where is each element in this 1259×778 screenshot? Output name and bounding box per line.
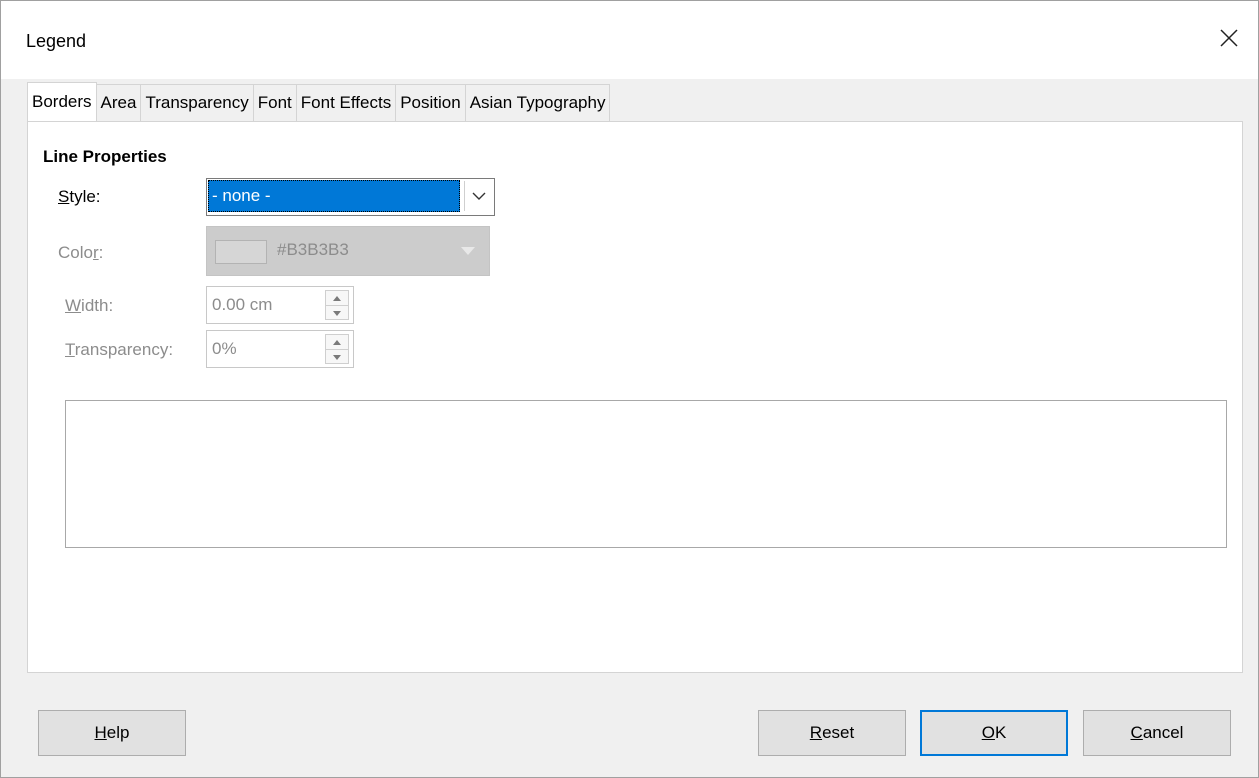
tab-area[interactable]: Area [95,84,142,121]
tab-font-effects[interactable]: Font Effects [295,84,397,121]
ok-button-mnemonic: O [981,723,995,742]
color-label-pre: Colo [58,243,93,262]
help-button-rest: elp [106,723,130,742]
style-label-rest: tyle: [69,187,101,206]
help-button-mnemonic: H [94,723,107,742]
tab-label: Borders [32,92,92,111]
style-select-value: - none - [208,180,460,212]
tab-font[interactable]: Font [252,84,297,121]
transparency-value: 0% [212,339,237,358]
color-label-post: : [98,243,104,262]
width-spin-buttons [325,290,349,320]
transparency-spin-buttons [325,334,349,364]
spin-up-icon [333,339,341,345]
reset-button-mnemonic: R [809,723,823,742]
width-increment-button[interactable] [326,291,348,305]
tab-transparency[interactable]: Transparency [140,84,254,121]
transparency-decrement-button[interactable] [326,349,348,364]
transparency-spinbox[interactable]: 0% [206,330,354,368]
width-label-mnemonic: W [65,296,82,315]
color-label: Color: [58,243,103,263]
title-bar: Legend [1,1,1258,79]
spin-up-icon [333,295,341,301]
tab-bar: Borders Area Transparency Font Font Effe… [27,82,611,122]
tab-label: Asian Typography [469,93,606,112]
ok-button[interactable]: OK [920,710,1068,756]
tab-position[interactable]: Position [395,84,466,121]
color-picker-button[interactable]: #B3B3B3 [206,226,490,276]
dialog-title: Legend [26,31,87,51]
spin-down-icon [333,354,341,360]
cancel-button-rest: ancel [1142,723,1184,742]
tab-borders[interactable]: Borders [27,82,97,121]
tab-label: Transparency [145,93,249,112]
style-select[interactable]: - none - [206,178,495,216]
dropdown-triangle-icon [461,247,475,255]
spin-down-icon [333,310,341,316]
width-value: 0.00 cm [212,295,273,314]
transparency-label-mnemonic: T [65,340,75,359]
style-dropdown-button[interactable] [464,181,493,211]
reset-button[interactable]: Reset [758,710,906,756]
transparency-increment-button[interactable] [326,335,348,349]
width-label-rest: idth: [81,296,114,315]
tab-label: Position [400,93,461,112]
cancel-button[interactable]: Cancel [1083,710,1231,756]
transparency-label-rest: ransparency: [74,340,174,359]
color-swatch [215,240,267,264]
line-preview [65,400,1227,548]
help-button[interactable]: Help [38,710,186,756]
section-title: Line Properties [43,147,167,166]
style-label: Style: [58,187,101,207]
width-decrement-button[interactable] [326,305,348,320]
legend-dialog: Legend Borders Area Transparency Font Fo… [0,0,1259,778]
tab-asian-typography[interactable]: Asian Typography [464,84,611,121]
chevron-down-icon [472,192,486,200]
cancel-button-mnemonic: C [1130,723,1143,742]
tab-label: Area [100,93,137,112]
ok-button-rest: K [994,723,1007,742]
borders-panel: Line Properties Style: - none - Color: #… [27,121,1243,673]
reset-button-rest: eset [822,723,855,742]
close-icon [1220,29,1238,47]
color-value: #B3B3B3 [277,240,349,259]
tab-label: Font [257,93,292,112]
width-label: Width: [65,296,113,316]
width-spinbox[interactable]: 0.00 cm [206,286,354,324]
transparency-label: Transparency: [65,340,173,360]
close-button[interactable] [1214,23,1244,53]
style-label-mnemonic: S [58,187,70,206]
tab-label: Font Effects [300,93,392,112]
